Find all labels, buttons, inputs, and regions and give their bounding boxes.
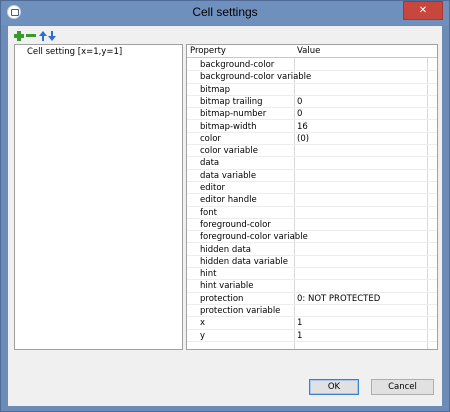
property-name: data variable xyxy=(200,170,257,181)
cancel-button[interactable]: Cancel xyxy=(371,379,434,395)
property-row[interactable]: editor xyxy=(187,182,437,195)
property-row[interactable]: color variable xyxy=(187,145,437,158)
cell-tree[interactable]: Cell setting [x=1,y=1] xyxy=(14,44,183,350)
property-name: bitmap-width xyxy=(200,121,257,132)
dialog-client-area: Cell setting [x=1,y=1] Property Value ba… xyxy=(8,26,442,406)
property-row[interactable]: protection variable xyxy=(187,305,437,318)
toolbar xyxy=(14,31,74,43)
property-value[interactable]: (0) xyxy=(297,134,309,144)
property-name: color xyxy=(200,133,221,144)
property-name: hidden data variable xyxy=(200,256,288,267)
property-name: font xyxy=(200,207,217,218)
property-row[interactable]: x1 xyxy=(187,317,437,330)
property-row[interactable]: data variable xyxy=(187,170,437,183)
property-name: background-color xyxy=(200,60,275,70)
property-row[interactable]: bitmap-number 0 xyxy=(187,108,437,121)
minus-icon[interactable] xyxy=(26,31,36,41)
property-name: editor xyxy=(200,183,226,193)
property-grid[interactable]: Property Value background-color backgroun… xyxy=(186,44,438,350)
property-row[interactable]: hint variable xyxy=(187,280,437,293)
grid-header: Property Value xyxy=(187,45,437,58)
property-row[interactable]: editor handle xyxy=(187,194,437,207)
property-value[interactable]: 0: NOT PROTECTED xyxy=(297,294,380,304)
property-name: protection xyxy=(200,293,244,304)
property-row[interactable]: y1 xyxy=(187,330,437,343)
property-name: color variable xyxy=(200,146,258,157)
property-name: protection variable xyxy=(200,306,281,316)
property-value[interactable]: 16 xyxy=(297,122,308,132)
property-name: foreground-color variable xyxy=(200,232,308,243)
property-row[interactable]: data xyxy=(187,157,437,170)
window-title: Cell settings xyxy=(192,5,258,19)
property-name: y xyxy=(200,330,206,341)
column-header-value[interactable]: Value xyxy=(297,46,320,56)
dialog-window: Cell settings ✕ Cell setting [x=1,y=1] P… xyxy=(0,0,450,412)
down-arrow-icon[interactable] xyxy=(48,31,58,41)
property-row[interactable]: background-color variable xyxy=(187,71,437,84)
property-name: bitmap xyxy=(200,84,230,95)
property-name: bitmap trailing xyxy=(200,96,263,107)
column-header-property[interactable]: Property xyxy=(190,46,226,56)
property-row[interactable]: hidden data xyxy=(187,244,437,257)
property-row[interactable]: hidden data variable xyxy=(187,256,437,269)
property-row[interactable]: protection 0: NOT PROTECTED xyxy=(187,293,437,306)
property-row[interactable]: bitmap trailing 0 xyxy=(187,96,437,109)
tree-item[interactable]: Cell setting [x=1,y=1] xyxy=(27,47,122,57)
property-name: data xyxy=(200,158,220,169)
property-value[interactable]: 1 xyxy=(297,331,302,341)
property-row[interactable]: foreground-color variable xyxy=(187,231,437,244)
property-name: background-color variable xyxy=(200,72,312,83)
property-row[interactable]: foreground-color xyxy=(187,219,437,232)
property-row[interactable]: bitmap xyxy=(187,84,437,97)
property-row[interactable]: bitmap-width 16 xyxy=(187,121,437,134)
property-name: hint variable xyxy=(200,281,254,292)
property-name: foreground-color xyxy=(200,219,271,230)
property-name: editor handle xyxy=(200,195,257,206)
property-row[interactable]: font xyxy=(187,207,437,220)
ok-button[interactable]: OK xyxy=(309,379,359,395)
plus-icon[interactable] xyxy=(14,31,24,41)
property-name: hint xyxy=(200,269,217,280)
property-value[interactable]: 0 xyxy=(297,97,302,107)
property-value[interactable]: 1 xyxy=(297,318,302,328)
property-row[interactable]: color (0) xyxy=(187,133,437,146)
property-name: hidden data xyxy=(200,244,252,255)
property-row[interactable]: hint xyxy=(187,268,437,281)
close-button[interactable]: ✕ xyxy=(403,1,443,20)
property-name: x xyxy=(200,318,206,329)
title-bar[interactable]: Cell settings ✕ xyxy=(1,1,449,25)
property-row[interactable]: background-color xyxy=(187,59,437,72)
property-name: bitmap-number xyxy=(200,109,267,120)
property-value[interactable]: 0 xyxy=(297,109,302,119)
